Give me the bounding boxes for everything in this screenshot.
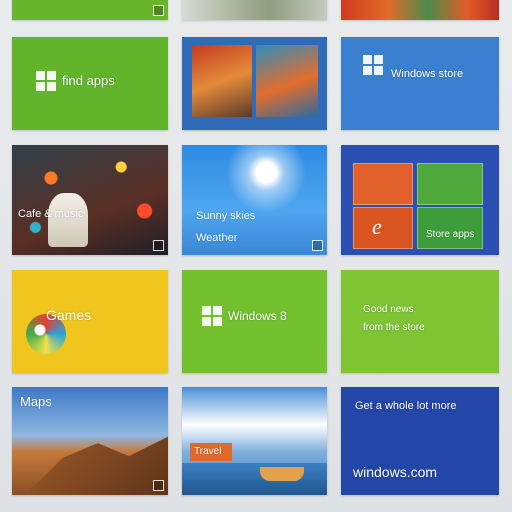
tile-mountain-image: [12, 436, 168, 495]
tile-top-left-partial[interactable]: [12, 0, 168, 20]
tile-boat-image: [260, 467, 304, 481]
windows-logo-icon: [202, 306, 222, 326]
tile-harbor[interactable]: Travel: [182, 387, 327, 495]
tile-badge-icon: [153, 480, 164, 491]
tile-top-right-partial[interactable]: [341, 0, 499, 20]
tile-label: Windows store: [391, 68, 464, 80]
tile-sign: Travel: [190, 443, 232, 461]
tile-label: Store apps: [426, 229, 475, 240]
tile-label: Good news: [363, 304, 414, 315]
tile-sea-image: [182, 462, 327, 495]
tile-lights-photo[interactable]: Cafe & music: [12, 145, 168, 255]
mini-tile-green: [417, 163, 483, 205]
tile-label: Get a whole lot more: [355, 400, 457, 412]
tile-green-text[interactable]: Good news from the store: [341, 270, 499, 373]
start-screen: find apps Windows store Cafe & music Sun…: [0, 0, 512, 512]
tile-landscape[interactable]: Maps: [12, 387, 168, 495]
tile-badge-icon: [312, 240, 323, 251]
tile-photo-left: [192, 45, 252, 117]
tile-sublabel: Weather: [196, 232, 238, 244]
tile-photo-store[interactable]: [182, 37, 327, 130]
mini-tile-ie: e: [353, 207, 413, 249]
mini-tile-store: Store apps: [417, 207, 483, 249]
tile-apps-collage[interactable]: e Store apps: [341, 145, 499, 255]
tile-label: Windows 8: [228, 309, 287, 323]
tile-sublabel: from the store: [363, 322, 425, 333]
tile-label: find apps: [62, 73, 115, 88]
windows-logo-icon: [36, 71, 56, 91]
tile-label: Sunny skies: [196, 210, 256, 222]
tile-yellow-games[interactable]: Games: [12, 270, 168, 373]
tile-top-middle-partial[interactable]: [182, 0, 327, 20]
tile-windows-green[interactable]: find apps: [12, 37, 168, 130]
tile-badge-icon: [153, 240, 164, 251]
tile-windows-8[interactable]: Windows 8: [182, 270, 327, 373]
tile-photo-right: [256, 45, 318, 117]
tile-label: Cafe & music: [18, 208, 84, 220]
tile-windows-blue[interactable]: Windows store: [341, 37, 499, 130]
tile-weather[interactable]: Sunny skies Weather: [182, 145, 327, 255]
tile-navy-text[interactable]: Get a whole lot more windows.com: [341, 387, 499, 495]
tile-label: Travel: [194, 446, 222, 457]
tile-label: Maps: [20, 394, 52, 409]
tile-label: Games: [46, 307, 92, 323]
ie-logo-icon: e: [372, 214, 382, 239]
tile-sublabel: windows.com: [353, 464, 438, 480]
mini-tile-orange: [353, 163, 413, 205]
tile-badge-icon: [153, 5, 164, 16]
windows-logo-icon: [363, 55, 383, 75]
